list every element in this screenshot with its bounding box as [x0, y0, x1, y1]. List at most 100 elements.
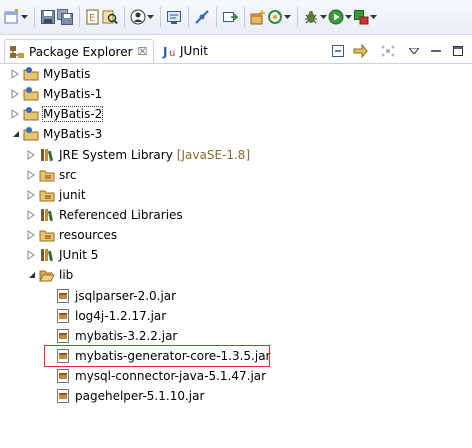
toolbar-separator — [297, 7, 298, 27]
expand-arrow-icon[interactable] — [26, 250, 36, 260]
view-tab-bar: Package Explorer ☒ Ju JUnit — [0, 39, 472, 63]
collapse-arrow-icon[interactable] — [26, 270, 36, 280]
eclipse-window: E Package Explorer ☒ J u JUnit MyBatis M… — [0, 0, 472, 448]
tree-item-label: JUnit 5 — [59, 248, 99, 262]
jar-file-icon — [55, 388, 71, 404]
tree-item-referenced-libraries[interactable]: Referenced Libraries — [26, 205, 183, 225]
java-project-icon — [23, 106, 39, 122]
tree-item-jre-library[interactable]: JRE System Library [JavaSE-1.8] — [26, 145, 250, 165]
save-all-icon — [57, 9, 73, 25]
new-package-icon — [250, 9, 266, 25]
open-folder-icon — [39, 267, 55, 283]
minimize-icon[interactable] — [428, 43, 444, 59]
close-icon[interactable]: ☒ — [138, 46, 148, 57]
tree-item-src[interactable]: src — [26, 165, 77, 185]
library-icon — [39, 247, 55, 263]
tree-item-label: MyBatis — [43, 67, 91, 81]
run-icon — [328, 9, 344, 25]
chevron-down-icon[interactable] — [319, 9, 327, 25]
run-external-button[interactable] — [353, 6, 377, 28]
tree-item-junit5[interactable]: JUnit 5 — [26, 245, 98, 265]
jar-file-icon — [55, 308, 71, 324]
expand-arrow-icon[interactable] — [10, 89, 20, 99]
tab-junit[interactable]: Ju JUnit — [158, 39, 208, 63]
tab-package-explorer-label: Package Explorer — [29, 44, 133, 59]
toolbar-separator — [34, 7, 35, 27]
tree-item-junit-folder[interactable]: junit — [26, 185, 86, 205]
new-package-button[interactable] — [250, 6, 266, 28]
source-folder-icon — [39, 167, 55, 183]
tab-package-explorer[interactable]: Package Explorer ☒ — [4, 39, 154, 63]
link-with-editor-icon[interactable] — [352, 43, 368, 59]
search-icon — [102, 9, 118, 25]
chevron-down-icon[interactable] — [20, 9, 28, 25]
jar-file-icon — [55, 368, 71, 384]
maximize-icon[interactable] — [450, 43, 466, 59]
expand-arrow-icon[interactable] — [26, 210, 36, 220]
tree-item-lib[interactable]: lib — [26, 265, 73, 285]
refresh-run-button[interactable] — [267, 6, 291, 28]
tree-item-label: jsqlparser-2.0.jar — [75, 289, 177, 303]
view-menu-icon[interactable] — [406, 43, 422, 59]
debug-icon — [303, 9, 319, 25]
tree-item-jar[interactable]: mybatis-3.2.2.jar — [52, 326, 177, 346]
tree-item-jar[interactable]: mysql-connector-java-5.1.47.jar — [52, 366, 266, 386]
highlight-annotation-box — [44, 345, 270, 367]
console-icon — [166, 9, 182, 25]
library-icon — [39, 147, 55, 163]
java-project-icon — [23, 126, 39, 142]
collapse-all-icon[interactable] — [330, 43, 346, 59]
view-toolbar — [324, 41, 466, 61]
chevron-down-icon[interactable] — [146, 9, 154, 25]
tree-item-project[interactable]: MyBatis-1 — [10, 84, 102, 104]
expand-arrow-icon[interactable] — [26, 230, 36, 240]
toolbar-separator — [216, 7, 217, 27]
save-all-button[interactable] — [57, 6, 73, 28]
tree-item-label: lib — [59, 268, 74, 282]
external-tools-button[interactable] — [222, 6, 238, 28]
focus-icon[interactable] — [380, 43, 396, 59]
tree-item-project[interactable]: MyBatis-2 — [10, 104, 104, 124]
chevron-down-icon[interactable] — [369, 9, 377, 25]
java-project-icon — [23, 86, 39, 102]
tree-item-jar[interactable]: log4j-1.2.17.jar — [52, 306, 166, 326]
expand-arrow-icon[interactable] — [10, 69, 20, 79]
debug-perspective-button[interactable] — [130, 6, 154, 28]
debug-perspective-icon — [130, 9, 146, 25]
expand-arrow-icon[interactable] — [26, 150, 36, 160]
new-wizard-button[interactable] — [4, 6, 28, 28]
tree-item-resources[interactable]: resources — [26, 225, 117, 245]
tree-item-label: log4j-1.2.17.jar — [75, 309, 167, 323]
open-type-button[interactable]: E — [85, 6, 101, 28]
jar-file-icon — [55, 288, 71, 304]
toolbar-separator — [188, 7, 189, 27]
main-toolbar: E — [0, 0, 472, 35]
debug-button[interactable] — [303, 6, 327, 28]
svg-text:u: u — [169, 48, 175, 59]
collapse-arrow-icon[interactable] — [10, 129, 20, 139]
save-button[interactable] — [40, 6, 56, 28]
chevron-down-icon[interactable] — [344, 9, 352, 25]
tree-item-label: Referenced Libraries — [59, 208, 183, 222]
tab-junit-label: JUnit — [180, 44, 208, 58]
save-icon — [40, 9, 56, 25]
console-button[interactable] — [166, 6, 182, 28]
source-folder-icon — [39, 187, 55, 203]
chevron-down-icon[interactable] — [283, 9, 291, 25]
tree-item-jar[interactable]: pagehelper-5.1.10.jar — [52, 386, 204, 406]
tree-item-project[interactable]: MyBatis — [10, 64, 90, 84]
new-wizard-icon — [4, 9, 20, 25]
library-decoration: [JavaSE-1.8] — [176, 148, 251, 162]
tree-item-project[interactable]: MyBatis-3 — [10, 124, 102, 144]
tree-item-label: pagehelper-5.1.10.jar — [75, 389, 205, 403]
search-button[interactable] — [102, 6, 118, 28]
run-button[interactable] — [328, 6, 352, 28]
expand-arrow-icon[interactable] — [10, 109, 20, 119]
expand-arrow-icon[interactable] — [26, 190, 36, 200]
skip-breakpoints-button[interactable] — [194, 6, 210, 28]
tree-item-label: src — [59, 168, 77, 182]
source-folder-icon — [39, 227, 55, 243]
tree-item-jar[interactable]: jsqlparser-2.0.jar — [52, 286, 176, 306]
tree-item-label: mysql-connector-java-5.1.47.jar — [75, 369, 267, 383]
expand-arrow-icon[interactable] — [26, 170, 36, 180]
